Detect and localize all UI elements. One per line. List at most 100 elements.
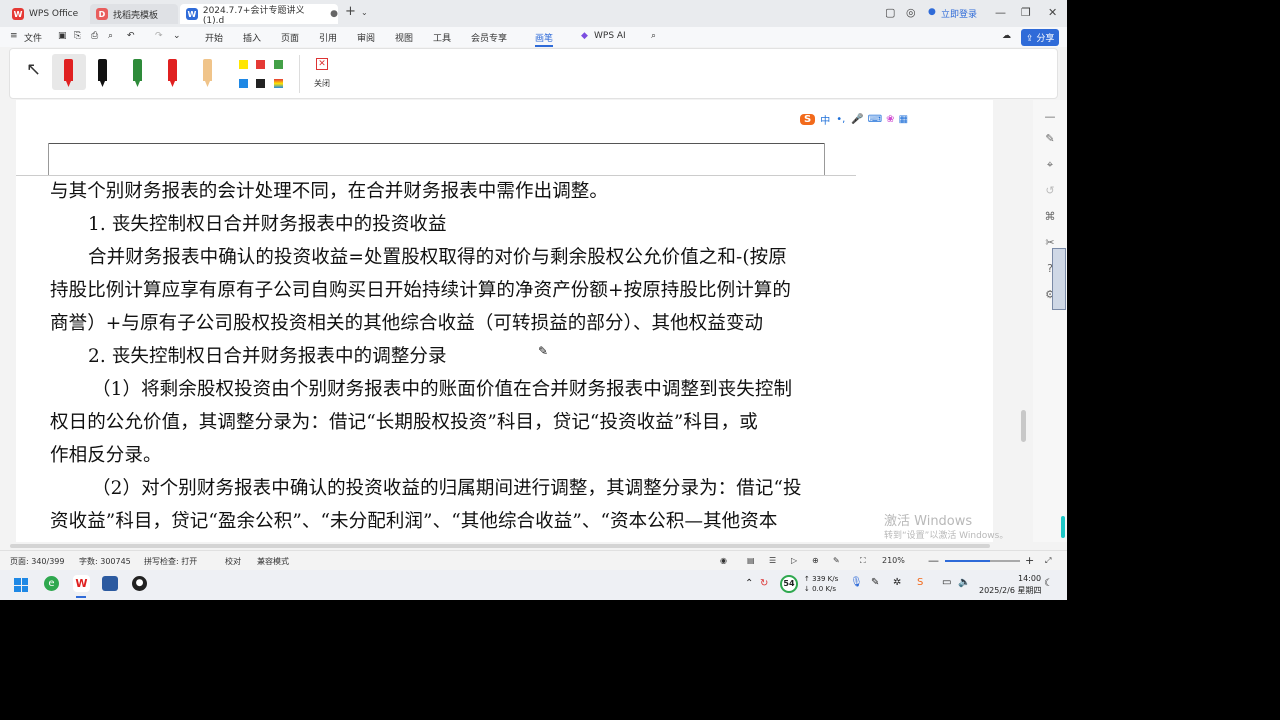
proofread[interactable]: 校对 [225,556,241,567]
skin-icon[interactable]: ❀ [886,114,894,125]
zoom-slider[interactable] [945,560,1020,562]
horizontal-scrollbar[interactable] [10,543,1018,549]
app-window-icon[interactable] [102,576,118,591]
restore-tabs-icon[interactable]: ▢ [885,6,895,19]
browser-icon[interactable]: e [44,576,59,591]
side-panel-handle[interactable] [1052,248,1066,310]
menu-review[interactable]: 审阅 [357,31,375,44]
print-icon[interactable]: ⎙ [91,31,98,41]
cloud-sync-icon[interactable]: ☁ [1002,31,1011,41]
login-link[interactable]: 立即登录 [941,7,977,20]
undo-icon[interactable]: ↶ [127,31,135,41]
ime-tray-icon[interactable]: S [917,577,923,588]
menu-member[interactable]: 会员专享 [471,31,507,44]
windows-start-icon[interactable] [14,578,28,592]
zoom-level[interactable]: 210% [882,556,905,565]
format-icon[interactable]: ↺ [1043,184,1057,198]
color-swatch-green[interactable] [274,60,283,69]
search-icon[interactable]: ⌕ [651,31,656,41]
mic-tray-icon[interactable]: 🎙 [850,577,863,588]
clock-time[interactable]: 14:00 [1018,574,1041,583]
mic-icon[interactable]: 🎤 [851,114,863,125]
scroll-thumb[interactable] [1021,410,1026,442]
network-tray-icon[interactable]: ✲ [893,577,901,588]
fullscreen-icon[interactable]: ⤢ [1045,556,1051,566]
tab-list-icon[interactable]: ⌄ [361,8,368,17]
menu-pen[interactable]: 画笔 [535,31,554,47]
pen-tray-icon[interactable]: ✎ [871,577,879,588]
document-page[interactable]: 与其个别财务报表的会计处理不同，在合并财务报表中需作出调整。 1. 丧失控制权日… [16,100,993,542]
style-icon[interactable]: ⌘ [1043,210,1057,224]
more-colors-icon[interactable] [274,79,283,88]
red-marker-icon[interactable] [168,59,177,81]
green-pen-icon[interactable] [133,59,142,81]
word-count[interactable]: 字数: 300745 [79,556,131,567]
clock-date[interactable]: 2025/2/6 星期四 [979,585,1041,596]
spell-check[interactable]: 拼写检查: 打开 [144,556,197,567]
obs-icon[interactable]: ● [132,576,147,591]
menu-insert[interactable]: 插入 [243,31,261,44]
tab-wps-office[interactable]: W WPS Office [6,4,86,24]
tab-template[interactable]: D 找稻壳模板 [90,4,178,24]
close-pen-icon[interactable]: ✕ [316,58,328,70]
zoom-out-icon[interactable]: — [928,554,939,567]
select-tool-icon[interactable]: ⌖ [1043,158,1057,172]
select-cursor-icon[interactable]: ↖ [26,59,41,80]
keyboard-icon[interactable]: ⌨ [868,114,882,125]
menu-wps-ai[interactable]: WPS AI [594,31,626,41]
tab-document[interactable]: W 2024.7.7+会计专题讲义(1).d ● [180,4,338,26]
skin-icon[interactable]: ◎ [906,6,916,19]
display-tray-icon[interactable]: ▭ [942,577,951,588]
ime-toolbar[interactable]: S 中 •, 🎤 ⌨ ❀ ▦ [800,109,920,129]
color-swatch-black[interactable] [256,79,265,88]
menu-view[interactable]: 视图 [395,31,413,44]
menu-tools[interactable]: 工具 [433,31,451,44]
web-view-icon[interactable]: ⊕ [812,556,819,565]
redo-icon[interactable]: ↷ [155,31,163,41]
close-pen-label[interactable]: 关闭 [314,78,330,89]
new-tab-icon[interactable]: + [345,4,356,19]
h-scroll-thumb[interactable] [10,544,990,548]
punctuation-icon[interactable]: •, [836,114,845,125]
vertical-scrollbar[interactable] [1018,100,1030,542]
share-button[interactable]: ⇪ 分享 [1021,29,1060,46]
menu-home[interactable]: 开始 [205,31,223,44]
read-mode-icon[interactable]: ▷ [791,556,797,565]
user-avatar-icon[interactable]: ● [928,7,936,17]
save-icon[interactable]: ▣ [58,31,67,41]
ime-menu-icon[interactable]: ▦ [899,114,908,125]
close-window-icon[interactable]: ✕ [1048,6,1057,19]
eye-protect-icon[interactable]: ◉ [720,556,727,565]
page-count[interactable]: 页面: 340/399 [10,556,64,567]
fit-page-icon[interactable]: ⛶ [860,556,866,566]
quick-access-more-icon[interactable]: ⌄ [173,31,181,41]
black-pen-icon[interactable] [98,59,107,81]
menu-references[interactable]: 引用 [319,31,337,44]
color-swatch-yellow[interactable] [239,60,248,69]
menu-page[interactable]: 页面 [281,31,299,44]
preview-icon[interactable]: ⌕ [108,31,113,41]
wps-ai-icon[interactable]: ◆ [581,31,588,41]
maximize-icon[interactable]: ❐ [1021,6,1031,19]
tray-expand-icon[interactable]: ⌃ [745,578,753,589]
menu-file[interactable]: 文件 [24,31,42,44]
tray-app-icon[interactable]: ↻ [760,578,768,589]
menu-icon[interactable]: ≡ [10,31,18,41]
outline-view-icon[interactable]: ☰ [769,556,776,565]
volume-icon[interactable]: 🔈 [958,577,970,588]
ime-lang[interactable]: 中 [820,112,830,127]
collapse-icon[interactable]: — [1043,110,1057,124]
tab-close-icon[interactable]: ● [330,9,338,19]
highlighter-icon[interactable] [203,59,212,81]
zoom-in-icon[interactable]: + [1025,554,1034,567]
wps-taskbar-icon[interactable]: W [73,575,90,592]
performance-badge[interactable]: 54 [780,575,798,593]
pen-tool-icon[interactable]: ✎ [1043,132,1057,146]
red-pen-icon[interactable] [64,59,73,81]
color-swatch-red[interactable] [256,60,265,69]
write-mode-icon[interactable]: ✎ [833,556,840,565]
notification-icon[interactable]: ☾ [1044,578,1053,589]
page-view-icon[interactable]: ▤ [747,556,755,565]
color-swatch-blue[interactable] [239,79,248,88]
export-icon[interactable]: ⎘ [74,31,81,41]
